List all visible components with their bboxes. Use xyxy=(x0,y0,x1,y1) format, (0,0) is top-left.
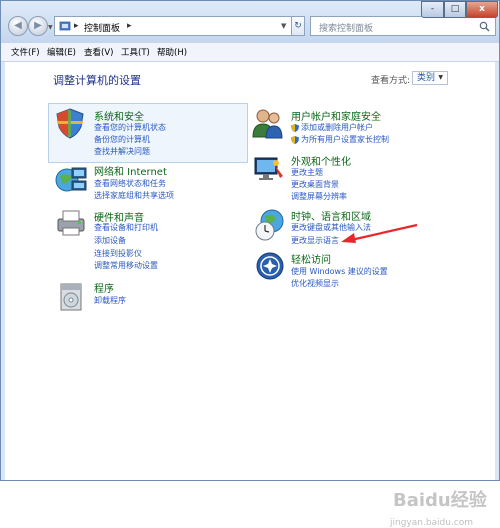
maximize-button[interactable]: □ xyxy=(444,1,466,18)
uac-shield-icon xyxy=(291,135,299,144)
category-ease-title[interactable]: 轻松访问 xyxy=(291,251,331,266)
minimize-button[interactable]: - xyxy=(421,1,444,18)
link-change-background[interactable]: 更改桌面背景 xyxy=(291,179,339,190)
close-button[interactable]: x xyxy=(466,1,498,18)
link-change-theme[interactable]: 更改主题 xyxy=(291,167,323,178)
category-appearance-title[interactable]: 外观和个性化 xyxy=(291,153,351,168)
link-view-computer-status[interactable]: 查看您的计算机状态 xyxy=(94,122,166,133)
category-network-title[interactable]: 网络和 Internet xyxy=(94,163,167,178)
link-text[interactable]: 为所有用户设置家长控制 xyxy=(301,135,389,144)
chevron-down-icon: ▼ xyxy=(438,74,443,81)
refresh-button[interactable]: ↻ xyxy=(291,16,305,36)
link-screen-resolution[interactable]: 调整屏幕分辨率 xyxy=(291,191,347,202)
link-backup-computer[interactable]: 备份您的计算机 xyxy=(94,134,150,145)
breadcrumb-separator-icon[interactable]: ▸ xyxy=(127,21,132,31)
address-bar[interactable]: ▸ 控制面板 ▸ ▼ xyxy=(54,16,302,36)
control-panel-window: ◀ ▶ ▼ ▸ 控制面板 ▸ ▼ ↻ 搜索控制面板 - □ x 文件(F) 编辑… xyxy=(0,0,500,528)
link-optimize-display[interactable]: 优化视频显示 xyxy=(291,278,339,289)
forward-arrow-icon: ▶ xyxy=(34,20,42,31)
annotation-arrow-icon xyxy=(341,223,418,243)
recent-pages-icon[interactable]: ▼ xyxy=(48,24,53,31)
link-change-display-language[interactable]: 更改显示语言 xyxy=(291,235,339,246)
refresh-icon: ↻ xyxy=(294,21,302,31)
category-clock-title[interactable]: 时钟、语言和区域 xyxy=(291,208,371,223)
link-homegroup-sharing[interactable]: 选择家庭组和共享选项 xyxy=(94,190,174,201)
view-by-value: 类别 xyxy=(417,73,436,83)
users-icon[interactable] xyxy=(251,107,285,139)
link-devices-printers[interactable]: 查看设备和打印机 xyxy=(94,222,158,233)
link-mobility-settings[interactable]: 调整常用移动设置 xyxy=(94,260,158,271)
search-input[interactable]: 搜索控制面板 xyxy=(319,21,373,34)
link-uninstall-program[interactable]: 卸载程序 xyxy=(94,295,126,306)
category-system-title[interactable]: 系统和安全 xyxy=(94,108,144,123)
link-parental-controls[interactable]: 为所有用户设置家长控制 xyxy=(291,134,389,145)
link-troubleshoot[interactable]: 查找并解决问题 xyxy=(94,146,150,157)
link-add-device[interactable]: 添加设备 xyxy=(94,235,126,246)
view-by-label: 查看方式: xyxy=(371,76,411,86)
network-icon[interactable] xyxy=(54,164,88,194)
link-recommended-settings[interactable]: 使用 Windows 建议的设置 xyxy=(291,266,388,277)
address-dropdown-icon[interactable]: ▼ xyxy=(281,22,286,30)
menu-help[interactable]: 帮助(H) xyxy=(157,46,187,58)
ease-of-access-icon[interactable] xyxy=(255,251,285,281)
breadcrumb-separator-icon[interactable]: ▸ xyxy=(74,21,79,31)
link-connect-projector[interactable]: 连接到投影仪 xyxy=(94,248,142,259)
page-title: 调整计算机的设置 xyxy=(53,74,141,87)
watermark-url: jingyan.baidu.com xyxy=(390,518,474,528)
view-by-dropdown[interactable]: 类别 ▼ xyxy=(412,71,448,85)
link-text[interactable]: 添加或删除用户帐户 xyxy=(301,123,373,132)
back-arrow-icon: ◀ xyxy=(14,20,22,31)
title-bar: ◀ ▶ ▼ ▸ 控制面板 ▸ ▼ ↻ 搜索控制面板 - □ x xyxy=(1,1,499,43)
link-add-remove-accounts[interactable]: 添加或删除用户帐户 xyxy=(291,122,373,133)
menu-file[interactable]: 文件(F) xyxy=(11,46,40,58)
back-button[interactable]: ◀ xyxy=(8,16,28,36)
printer-icon[interactable] xyxy=(54,208,88,238)
search-box[interactable]: 搜索控制面板 xyxy=(310,16,496,36)
forward-button[interactable]: ▶ xyxy=(28,16,48,36)
uac-shield-icon xyxy=(291,123,299,132)
menu-bar: 文件(F) 编辑(E) 查看(V) 工具(T) 帮助(H) xyxy=(1,43,499,62)
content-area: 调整计算机的设置 查看方式: 类别 ▼ 系统和安全 查看您的计算机状态 备份您的计… xyxy=(5,62,495,528)
appearance-icon[interactable] xyxy=(252,154,286,184)
control-panel-icon xyxy=(59,21,71,31)
menu-view[interactable]: 查看(V) xyxy=(84,46,113,58)
menu-tools[interactable]: 工具(T) xyxy=(121,46,150,58)
shield-icon[interactable] xyxy=(54,107,86,139)
baidu-watermark: Baidu经验 xyxy=(393,490,487,511)
programs-icon[interactable] xyxy=(56,281,86,313)
breadcrumb-control-panel[interactable]: 控制面板 xyxy=(84,21,120,34)
search-icon[interactable] xyxy=(479,21,490,32)
category-programs-title[interactable]: 程序 xyxy=(94,280,114,295)
menu-edit[interactable]: 编辑(E) xyxy=(47,46,76,58)
link-network-status[interactable]: 查看网络状态和任务 xyxy=(94,178,166,189)
clock-globe-icon[interactable] xyxy=(254,208,286,242)
category-users-title[interactable]: 用户帐户和家庭安全 xyxy=(291,108,381,123)
